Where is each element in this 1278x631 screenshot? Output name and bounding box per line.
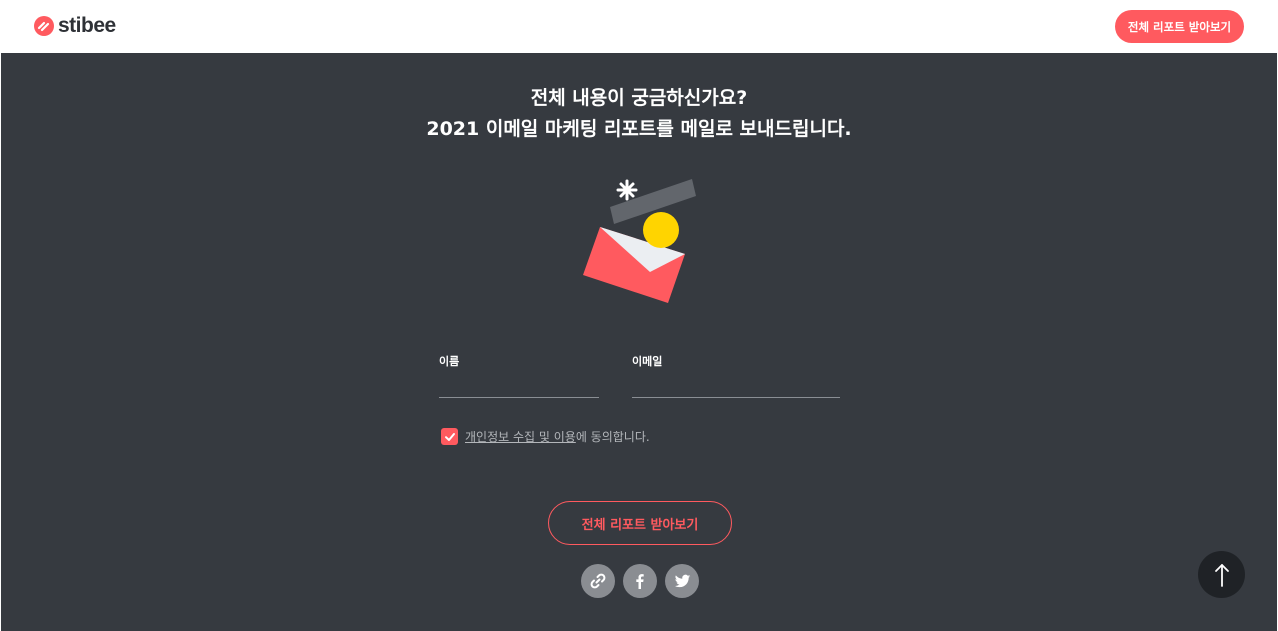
share-twitter-button[interactable] (665, 564, 699, 598)
name-input[interactable] (439, 375, 599, 398)
section-headline: 전체 내용이 궁금하신가요? 2021 이메일 마케팅 리포트를 메일로 보내드… (1, 83, 1277, 145)
report-signup-section: 전체 내용이 궁금하신가요? 2021 이메일 마케팅 리포트를 메일로 보내드… (1, 53, 1277, 631)
facebook-icon (636, 574, 644, 589)
arrow-up-icon (1214, 563, 1229, 587)
share-buttons (581, 564, 699, 598)
email-field: 이메일 (632, 353, 840, 398)
headline-line-1: 전체 내용이 궁금하신가요? (530, 87, 748, 109)
logo-mark-icon (34, 16, 54, 36)
consent-checkbox[interactable] (441, 428, 458, 445)
share-link-button[interactable] (581, 564, 615, 598)
header-get-report-button[interactable]: 전체 리포트 받아보기 (1115, 10, 1244, 43)
headline-line-2: 2021 이메일 마케팅 리포트를 메일로 보내드립니다. (426, 118, 852, 140)
name-field: 이름 (439, 353, 599, 398)
yellow-circle-shape (643, 212, 679, 248)
sparkle-icon (616, 179, 638, 201)
get-report-submit-button[interactable]: 전체 리포트 받아보기 (548, 501, 732, 545)
logo-text: stibee (58, 14, 116, 37)
link-icon (590, 573, 606, 589)
site-header: stibee 전체 리포트 받아보기 (0, 0, 1278, 53)
envelope-illustration (583, 179, 696, 303)
email-label: 이메일 (632, 355, 663, 368)
email-input[interactable] (632, 375, 840, 398)
consent-suffix: 에 동의합니다. (575, 430, 650, 444)
share-facebook-button[interactable] (623, 564, 657, 598)
check-icon (444, 432, 455, 441)
name-label: 이름 (439, 355, 460, 368)
stibee-logo[interactable]: stibee (34, 14, 116, 38)
privacy-policy-link[interactable]: 개인정보 수집 및 이용 (465, 430, 576, 444)
consent-text: 개인정보 수집 및 이용에 동의합니다. (465, 428, 650, 445)
scroll-to-top-button[interactable] (1198, 551, 1245, 598)
twitter-icon (674, 574, 690, 587)
privacy-consent: 개인정보 수집 및 이용에 동의합니다. (441, 428, 650, 445)
